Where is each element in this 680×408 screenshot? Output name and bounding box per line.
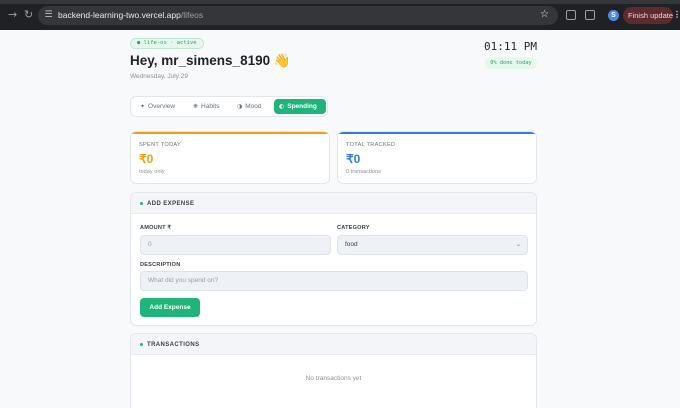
description-input[interactable]: What did you spend on?	[140, 271, 528, 291]
address-bar[interactable]: ☰ backend-learning-two.vercel.app/lifeos…	[38, 6, 558, 25]
habits-icon: ❋	[193, 103, 199, 110]
panel-title: TRANSACTIONS	[147, 342, 200, 348]
puzzle-icon[interactable]	[585, 10, 595, 20]
transactions-panel: TRANSACTIONS No transactions yet	[130, 333, 537, 408]
bookmark-star-icon[interactable]: ☆	[540, 8, 549, 22]
chevron-down-icon: ⌄	[515, 241, 521, 248]
sparkle-icon: ✦	[140, 103, 146, 110]
category-label: CATEGORY	[337, 225, 370, 231]
description-label: DESCRIPTION	[140, 262, 181, 268]
profile-avatar[interactable]: S	[608, 10, 619, 21]
card-accent-bar	[131, 132, 329, 134]
page-title: Hey, mr_simens_8190 👋	[130, 53, 291, 68]
panel-title: ADD EXPENSE	[147, 201, 195, 207]
spent-today-card: SPENT TODAY ₹0 today only	[130, 131, 330, 184]
panel-header: TRANSACTIONS	[131, 334, 536, 355]
tab-habits[interactable]: ❋ Habits	[188, 99, 224, 114]
card-label: TOTAL TRACKED	[346, 142, 396, 148]
spent-today-value: ₹0	[139, 152, 154, 166]
card-label: SPENT TODAY	[139, 142, 182, 148]
clock: 01:11 PM	[484, 40, 537, 53]
date-text: Wednesday, July 29	[130, 73, 188, 80]
back-icon[interactable]: →	[8, 9, 17, 21]
total-tracked-value: ₹0	[346, 152, 361, 166]
bullet-icon	[140, 202, 143, 205]
amount-input[interactable]: 0	[140, 235, 331, 255]
card-subtext: 0 transactions	[346, 169, 381, 175]
more-menu-icon[interactable]: ⋮	[673, 9, 680, 20]
add-expense-button[interactable]: Add Expense	[140, 298, 200, 317]
empty-state-text: No transactions yet	[305, 375, 362, 382]
add-expense-panel: ADD EXPENSE AMOUNT ₹ 0 CATEGORY food ⌄ D…	[130, 192, 537, 326]
amount-label: AMOUNT ₹	[140, 225, 172, 231]
tab-overview[interactable]: ✦ Overview	[135, 99, 180, 114]
reload-icon[interactable]: ↻	[24, 9, 33, 21]
url-text: backend-learning-two.vercel.app/lifeos	[58, 10, 204, 20]
panel-header: ADD EXPENSE	[131, 193, 536, 214]
bullet-icon	[140, 343, 143, 346]
done-today-badge: 0% done today	[485, 57, 537, 69]
section-tabs: ✦ Overview ❋ Habits ◑ Mood ◐ Spending	[130, 96, 328, 117]
status-badge: ● life-os · active	[130, 38, 204, 49]
card-accent-bar	[338, 132, 536, 134]
finish-update-button[interactable]: Finish update	[623, 7, 673, 24]
category-select[interactable]: food ⌄	[337, 235, 528, 255]
tab-mood[interactable]: ◑ Mood	[232, 99, 267, 114]
card-subtext: today only	[139, 169, 165, 175]
spending-icon: ◐	[279, 103, 285, 110]
tab-spending[interactable]: ◐ Spending	[274, 99, 326, 114]
site-info-icon[interactable]: ☰	[43, 10, 54, 21]
extension-icon[interactable]	[566, 10, 576, 20]
browser-toolbar: → ↻ ☰ backend-learning-two.vercel.app/li…	[0, 0, 680, 30]
total-tracked-card: TOTAL TRACKED ₹0 0 transactions	[337, 131, 537, 184]
tab-strip	[0, 0, 680, 4]
mood-icon: ◑	[237, 103, 243, 110]
